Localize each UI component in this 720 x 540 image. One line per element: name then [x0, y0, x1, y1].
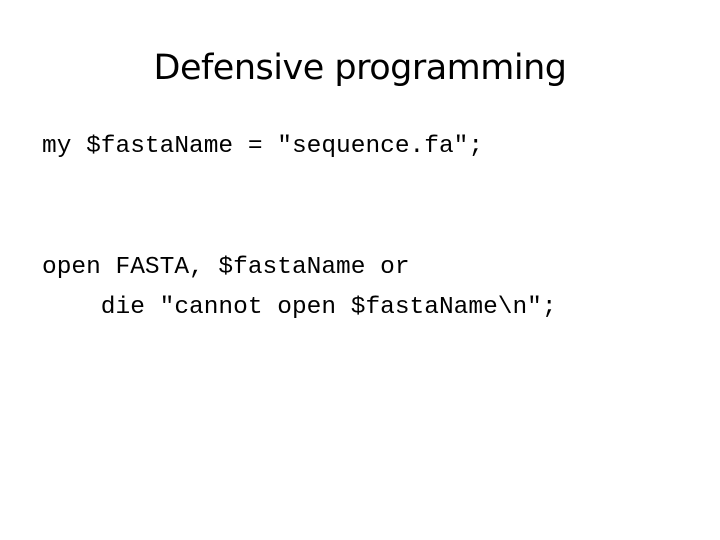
code-line-open: open FASTA, $fastaName or [42, 254, 410, 281]
slide-title: Defensive programming [153, 48, 567, 88]
code-line-die: die "cannot open $fastaName\n"; [42, 294, 557, 321]
code-line-assignment: my $fastaName = "sequence.fa"; [42, 133, 484, 160]
slide: Defensive programming my $fastaName = "s… [0, 0, 720, 540]
